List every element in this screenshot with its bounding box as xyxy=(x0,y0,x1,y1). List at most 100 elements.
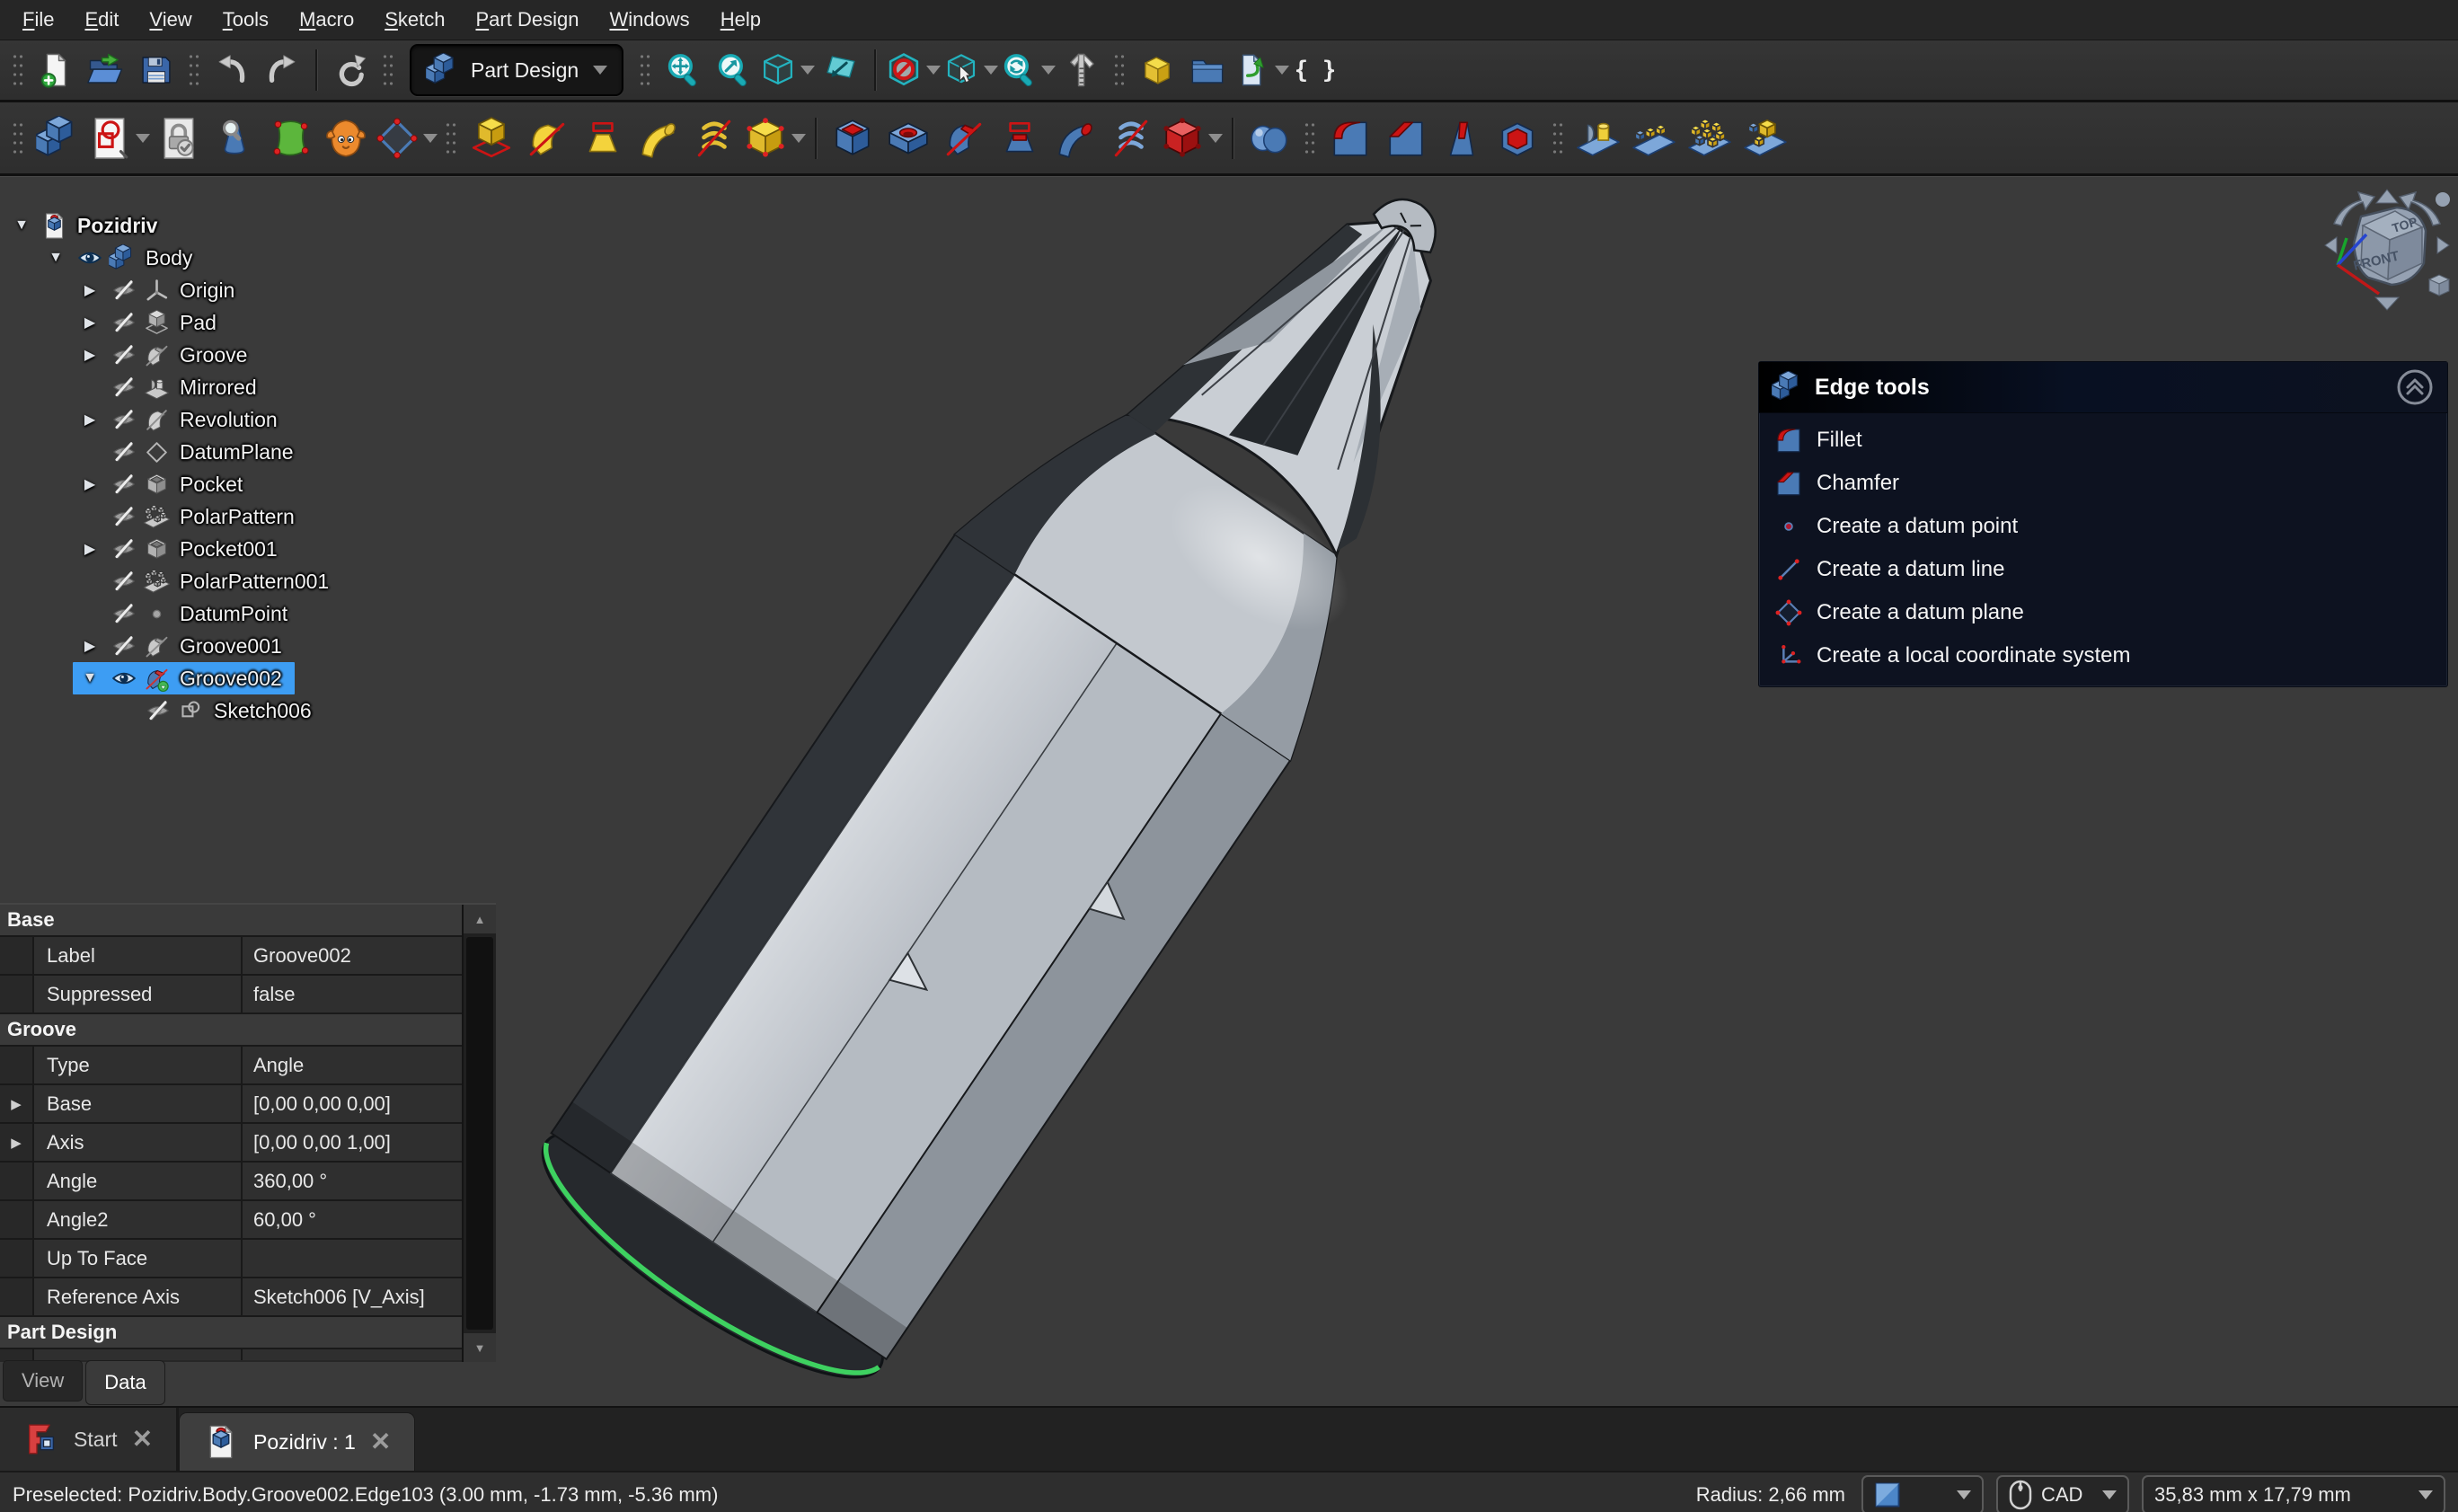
menu-view[interactable]: View xyxy=(134,4,207,35)
chevron-down-icon[interactable] xyxy=(136,134,150,143)
additive-loft-button[interactable] xyxy=(576,111,630,166)
property-value[interactable]: 60,00 ° xyxy=(243,1201,462,1238)
scrollbar-thumb[interactable] xyxy=(466,937,493,1330)
chevron-down-icon[interactable] xyxy=(984,66,998,75)
boolean-operation-button[interactable] xyxy=(1242,111,1296,166)
additive-pipe-button[interactable] xyxy=(632,111,685,166)
toolbar-grip[interactable] xyxy=(1552,120,1564,156)
open-document-button[interactable] xyxy=(82,46,130,94)
toolbar-grip[interactable] xyxy=(188,52,200,88)
chevron-down-icon[interactable] xyxy=(1208,134,1223,143)
document-tab-start[interactable]: Start✕ xyxy=(0,1408,179,1471)
edge-tool-fillet[interactable]: Fillet xyxy=(1759,419,2447,462)
tree-item-polarpattern[interactable]: PolarPattern xyxy=(0,500,539,533)
visibility-eye-hidden-icon[interactable] xyxy=(107,274,141,306)
property-value[interactable]: false xyxy=(243,976,462,1012)
edge-tool-create-a-datum-plane[interactable]: Create a datum plane xyxy=(1759,591,2447,634)
revolution-button[interactable] xyxy=(520,111,574,166)
chevron-down-icon[interactable] xyxy=(1041,66,1056,75)
expander-closed-icon[interactable]: ▶ xyxy=(73,274,107,306)
tree-item-body[interactable]: ▼Body xyxy=(0,242,539,274)
edit-sketch-button[interactable] xyxy=(152,111,206,166)
property-value[interactable] xyxy=(243,1240,462,1277)
visibility-eye-hidden-icon[interactable] xyxy=(107,533,141,565)
create-clone-button[interactable] xyxy=(319,111,373,166)
toolbar-grip[interactable] xyxy=(12,52,24,88)
tree-item-pozidriv[interactable]: ▼Pozidriv xyxy=(0,209,539,242)
mirrored-button[interactable] xyxy=(1571,111,1625,166)
property-value[interactable]: Groove002 xyxy=(243,937,462,974)
thickness-button[interactable] xyxy=(1490,111,1544,166)
visibility-eye-hidden-icon[interactable] xyxy=(107,403,141,436)
save-document-button[interactable] xyxy=(132,46,181,94)
property-scrollbar[interactable]: ▲ ▼ xyxy=(464,905,496,1362)
3d-view-area[interactable]: ▼Pozidriv▼Body▶Origin▶Pad▶GrooveMirrored… xyxy=(0,176,2458,1406)
linear-pattern-button[interactable] xyxy=(1627,111,1681,166)
toolbar-grip[interactable] xyxy=(639,52,651,88)
toolbar-grip[interactable] xyxy=(382,52,394,88)
edge-tools-header[interactable]: Edge tools xyxy=(1759,362,2447,413)
tree-item-sketch006[interactable]: Sketch006 xyxy=(0,694,539,727)
menu-part-design[interactable]: Part Design xyxy=(460,4,594,35)
visibility-eye-hidden-icon[interactable] xyxy=(107,468,141,500)
chevron-down-icon[interactable] xyxy=(791,134,806,143)
validate-sketch-button[interactable] xyxy=(208,111,261,166)
visibility-eye-hidden-icon[interactable] xyxy=(107,565,141,597)
draft-button[interactable] xyxy=(1435,111,1489,166)
chamfer-button[interactable] xyxy=(1379,111,1433,166)
expander-open-icon[interactable]: ▼ xyxy=(73,662,107,694)
additive-primitive-button[interactable] xyxy=(743,111,806,166)
visibility-eye-hidden-icon[interactable] xyxy=(107,339,141,371)
expander-open-icon[interactable]: ▼ xyxy=(39,242,73,274)
document-tab-pozidriv-1[interactable]: Pozidriv : 1✕ xyxy=(179,1412,415,1471)
expander-closed-icon[interactable]: ▶ xyxy=(73,339,107,371)
new-document-button[interactable] xyxy=(31,46,80,94)
tab-view[interactable]: View xyxy=(3,1360,83,1401)
subtractive-primitive-button[interactable] xyxy=(1160,111,1223,166)
groove-button[interactable] xyxy=(937,111,991,166)
property-value[interactable]: [0,00 0,00 0,00] xyxy=(243,1085,462,1122)
hole-button[interactable] xyxy=(881,111,935,166)
create-group-button[interactable] xyxy=(1183,46,1232,94)
collapse-panel-icon[interactable] xyxy=(2395,367,2435,407)
subtractive-helix-button[interactable] xyxy=(1104,111,1158,166)
refresh-button[interactable] xyxy=(326,46,375,94)
menu-windows[interactable]: Windows xyxy=(594,4,704,35)
align-view-to-selection-button[interactable] xyxy=(817,46,865,94)
multi-transform-button[interactable] xyxy=(1738,111,1792,166)
expression-editor-button[interactable]: { } xyxy=(1291,46,1340,94)
navigation-style-dropdown[interactable]: CAD xyxy=(1996,1475,2129,1512)
close-tab-icon[interactable]: ✕ xyxy=(132,1427,153,1452)
toolbar-grip[interactable] xyxy=(1304,120,1316,156)
scroll-up-icon[interactable]: ▲ xyxy=(464,905,496,933)
tree-item-revolution[interactable]: ▶Revolution xyxy=(0,403,539,436)
additive-helix-button[interactable] xyxy=(687,111,741,166)
property-group-part-design[interactable]: Part Design xyxy=(0,1317,462,1349)
chevron-down-icon[interactable] xyxy=(926,66,941,75)
view-dimensions-dropdown[interactable]: 35,83 mm x 17,79 mm xyxy=(2142,1475,2445,1512)
property-value[interactable]: [0,00 0,00 1,00] xyxy=(243,1124,462,1161)
measure-button[interactable] xyxy=(1057,46,1106,94)
visibility-eye-hidden-icon[interactable] xyxy=(107,371,141,403)
clipping-plane-button[interactable] xyxy=(885,46,941,94)
visibility-eye-open-icon[interactable] xyxy=(107,662,141,694)
create-shapebinder-button[interactable] xyxy=(263,111,317,166)
subtractive-pipe-button[interactable] xyxy=(1048,111,1102,166)
navigation-cube[interactable]: TOP FRONT xyxy=(2320,184,2454,321)
edge-tool-create-a-datum-line[interactable]: Create a datum line xyxy=(1759,548,2447,591)
visibility-eye-hidden-icon[interactable] xyxy=(107,630,141,662)
create-sketch-button[interactable] xyxy=(87,111,150,166)
tree-item-polarpattern001[interactable]: PolarPattern001 xyxy=(0,565,539,597)
expander-open-icon[interactable]: ▼ xyxy=(4,209,39,242)
edge-tool-create-a-local-coordinate-system[interactable]: Create a local coordinate system xyxy=(1759,634,2447,677)
create-body-button[interactable] xyxy=(31,111,85,166)
sync-view-button[interactable] xyxy=(1000,46,1056,94)
chevron-down-icon[interactable] xyxy=(800,66,815,75)
redo-button[interactable] xyxy=(258,46,306,94)
tree-item-pad[interactable]: ▶Pad xyxy=(0,306,539,339)
menu-edit[interactable]: Edit xyxy=(69,4,134,35)
toolbar-grip[interactable] xyxy=(12,120,24,156)
pad-button[interactable] xyxy=(464,111,518,166)
property-group-groove[interactable]: Groove xyxy=(0,1014,462,1047)
tree-item-datumpoint[interactable]: DatumPoint xyxy=(0,597,539,630)
